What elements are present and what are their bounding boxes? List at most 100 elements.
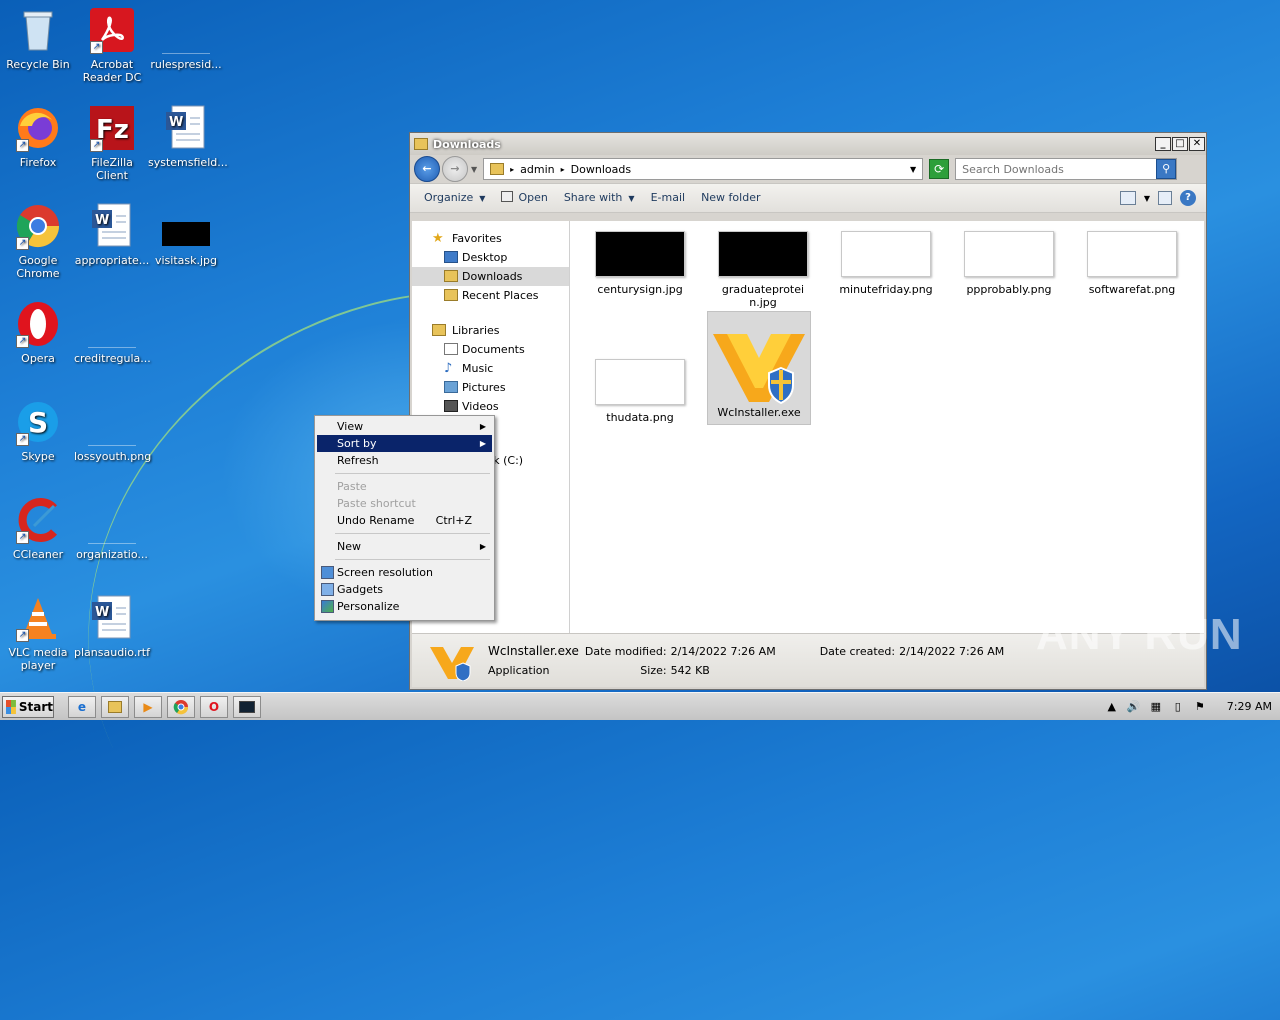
share-with-button[interactable]: Share with ▼	[556, 187, 643, 209]
back-button[interactable]: ←	[414, 156, 440, 182]
desktop-icon-plansaudio[interactable]: W plansaudio.rtf	[74, 594, 150, 659]
show-hidden-icons-icon[interactable]: ▲	[1105, 700, 1119, 714]
new-folder-label: New folder	[701, 191, 761, 204]
nav-label: Documents	[462, 343, 525, 356]
file-name: WcInstaller.exe	[717, 406, 801, 419]
breadcrumb-admin[interactable]: admin	[520, 163, 554, 176]
new-folder-button[interactable]: New folder	[693, 187, 768, 209]
help-icon[interactable]: ?	[1180, 190, 1196, 206]
nav-downloads[interactable]: Downloads	[412, 267, 569, 286]
clock[interactable]: 7:29 AM	[1227, 700, 1272, 713]
file-item-minutefriday[interactable]: minutefriday.png	[834, 231, 938, 296]
start-label: Start	[18, 699, 53, 714]
network-icon[interactable]: ▦	[1149, 700, 1163, 714]
address-dropdown-icon[interactable]: ▼	[910, 165, 916, 174]
windows-explorer-icon[interactable]	[101, 695, 129, 718]
nav-desktop[interactable]: Desktop	[412, 248, 569, 267]
refresh-icon[interactable]: ⟳	[929, 159, 950, 179]
breadcrumb-downloads[interactable]: Downloads	[571, 163, 631, 176]
desktop-icon-skype[interactable]: S ↗ Skype	[0, 398, 76, 463]
menu-item-refresh[interactable]: Refresh	[317, 452, 492, 469]
desktop-icon-rulespresid[interactable]: rulespresid...	[148, 6, 224, 71]
menu-label: View	[337, 420, 364, 433]
file-item-wcinstaller[interactable]: WcInstaller.exe	[707, 311, 811, 425]
menu-item-sort-by[interactable]: Sort by ▶	[317, 435, 492, 452]
desktop-icon-appropriate[interactable]: W appropriate...	[74, 202, 150, 267]
nav-music[interactable]: ♪ Music	[412, 359, 569, 378]
file-item-ppprobably[interactable]: ppprobably.png	[957, 231, 1061, 296]
email-button[interactable]: E-mail	[643, 187, 694, 209]
menu-item-new[interactable]: New ▶	[317, 538, 492, 555]
action-center-flag-icon[interactable]: ⚑	[1193, 700, 1207, 714]
file-item-softwarefat[interactable]: softwarefat.png	[1080, 231, 1184, 296]
desktop-icon-acrobat[interactable]: ↗ Acrobat Reader DC	[74, 6, 150, 84]
nav-label: Downloads	[462, 270, 523, 283]
desktop-icon-chrome[interactable]: ↗ Google Chrome	[0, 202, 76, 280]
view-options-chevron-icon[interactable]: ▼	[1144, 194, 1150, 203]
open-button[interactable]: Open	[493, 187, 555, 209]
desktop-icon-organizatio[interactable]: organizatio...	[74, 496, 150, 561]
recycle-bin-icon	[14, 6, 62, 54]
nav-libraries[interactable]: Libraries	[412, 321, 569, 340]
menu-item-paste[interactable]: Paste	[317, 478, 492, 495]
file-item-graduateprotein[interactable]: graduateprotein.jpg	[711, 231, 815, 309]
wcinstaller-app-icon	[430, 641, 476, 682]
desktop-icon-creditregula[interactable]: creditregula...	[74, 300, 151, 365]
forward-button[interactable]: →	[442, 156, 468, 182]
image-thumbnail	[1087, 231, 1177, 277]
search-icon[interactable]: ⚲	[1156, 159, 1177, 179]
window-titlebar[interactable]: Downloads _ □ ✕	[410, 133, 1206, 155]
recent-places-icon	[444, 289, 458, 301]
file-item-centurysign[interactable]: centurysign.jpg	[588, 231, 692, 296]
power-icon[interactable]: ▯	[1171, 700, 1185, 714]
desktop-icon-systemsfield[interactable]: W systemsfield...	[148, 104, 228, 169]
desktop-icon-opera[interactable]: ↗ Opera	[0, 300, 76, 365]
desktop-icon-firefox[interactable]: ↗ Firefox	[0, 104, 76, 169]
task-manager-icon[interactable]	[233, 695, 261, 718]
open-label: Open	[518, 191, 548, 204]
chrome-taskbar-icon[interactable]	[167, 695, 195, 718]
address-box[interactable]: ▸ admin ▸ Downloads ▼	[483, 158, 924, 180]
menu-item-screen-resolution[interactable]: Screen resolution	[317, 564, 492, 581]
nav-pictures[interactable]: Pictures	[412, 378, 569, 397]
nav-recent-places[interactable]: Recent Places	[412, 286, 569, 305]
minimize-button[interactable]: _	[1155, 137, 1171, 151]
desktop-icon-vlc[interactable]: ↗ VLC media player	[0, 594, 76, 672]
submenu-arrow-icon: ▶	[479, 422, 486, 431]
media-player-icon[interactable]: ▶	[134, 695, 162, 718]
volume-icon[interactable]: 🔊	[1127, 700, 1141, 714]
file-name: minutefriday.png	[839, 283, 933, 296]
close-button[interactable]: ✕	[1189, 137, 1205, 151]
file-icon	[88, 496, 136, 544]
desktop-icon-recycle-bin[interactable]: Recycle Bin	[0, 6, 76, 71]
recent-pages-chevron-icon[interactable]: ▼	[471, 165, 477, 174]
search-input[interactable]	[962, 162, 1153, 176]
menu-item-undo-rename[interactable]: Undo Rename Ctrl+Z	[317, 512, 492, 529]
nav-favorites[interactable]: ★ Favorites	[412, 229, 569, 248]
change-view-icon[interactable]	[1119, 191, 1136, 205]
acrobat-icon: ↗	[88, 6, 136, 54]
start-button[interactable]: Start	[2, 695, 54, 718]
preview-pane-icon[interactable]	[1158, 191, 1172, 205]
organize-button[interactable]: Organize ▼	[416, 187, 493, 209]
menu-shortcut: Ctrl+Z	[435, 514, 472, 527]
desktop-icon-filezilla[interactable]: Fz ↗ FileZilla Client	[74, 104, 150, 182]
desktop-icon-lossyouth[interactable]: lossyouth.png	[74, 398, 151, 463]
application-icon	[501, 191, 514, 202]
nav-documents[interactable]: Documents	[412, 340, 569, 359]
nav-videos[interactable]: Videos	[412, 397, 569, 416]
internet-explorer-icon[interactable]: e	[68, 695, 96, 718]
search-box[interactable]: ⚲	[955, 158, 1178, 180]
desktop-context-menu: View ▶ Sort by ▶ Refresh Paste Paste short…	[314, 415, 495, 621]
menu-item-gadgets[interactable]: Gadgets	[317, 581, 492, 598]
file-item-thudata[interactable]: thudata.png	[588, 359, 692, 424]
maximize-button[interactable]: □	[1172, 137, 1188, 151]
menu-item-personalize[interactable]: Personalize	[317, 598, 492, 615]
opera-taskbar-icon[interactable]: O	[200, 695, 228, 718]
desktop-icon-label: Skype	[21, 450, 55, 463]
menu-item-paste-shortcut[interactable]: Paste shortcut	[317, 495, 492, 512]
desktop-icon-label: visitask.jpg	[154, 254, 218, 267]
menu-item-view[interactable]: View ▶	[317, 418, 492, 435]
desktop-icon-ccleaner[interactable]: ↗ CCleaner	[0, 496, 76, 561]
desktop-icon-visitask[interactable]: visitask.jpg	[148, 202, 224, 267]
